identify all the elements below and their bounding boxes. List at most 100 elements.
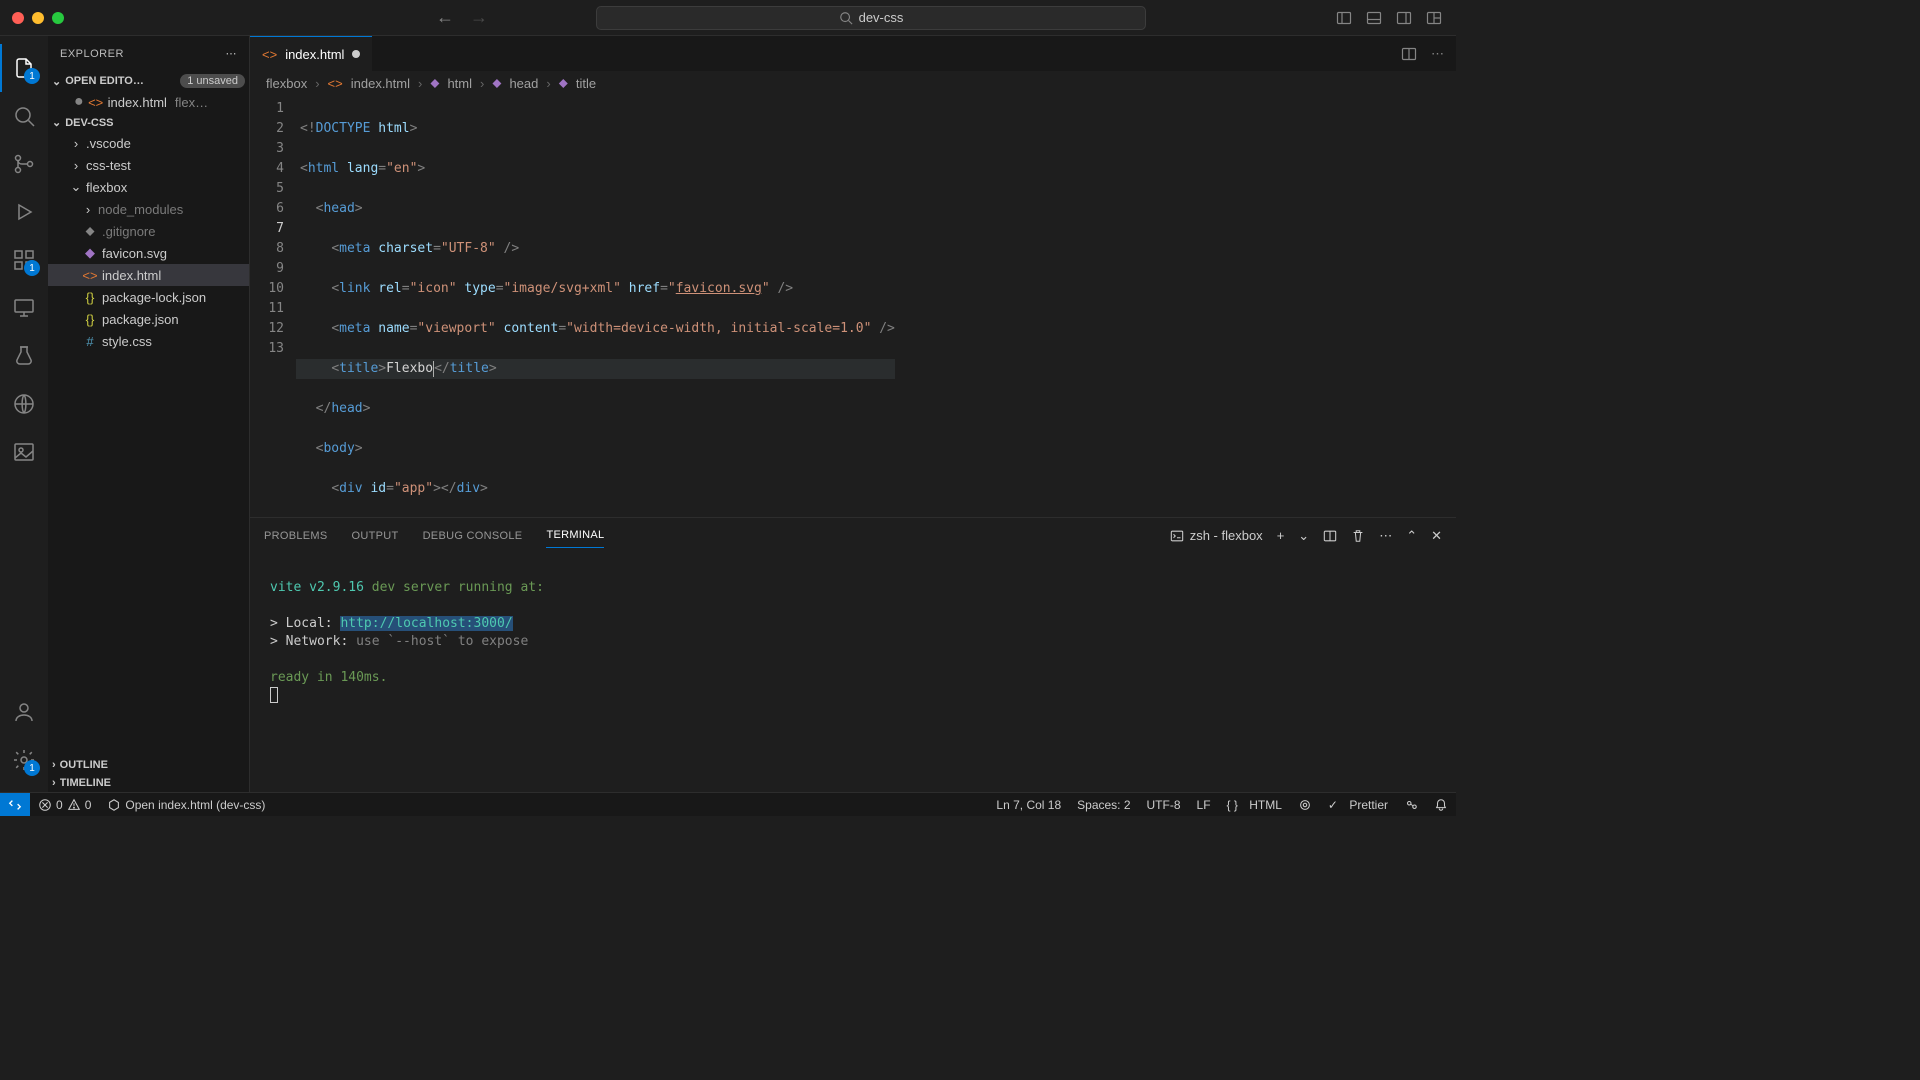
notifications-icon[interactable] — [1426, 798, 1456, 812]
testing-activity-icon[interactable] — [0, 332, 48, 380]
open-editors-label: OPEN EDITO… — [65, 75, 176, 87]
file-favicon[interactable]: ◆favicon.svg — [48, 242, 249, 264]
layout-panel-bottom-icon[interactable] — [1366, 10, 1382, 26]
json-file-icon: {} — [82, 290, 98, 305]
minimize-window-button[interactable] — [32, 12, 44, 24]
prettier-status[interactable]: ✓ Prettier — [1320, 798, 1396, 812]
extensions-badge: 1 — [24, 260, 40, 276]
terminal-cursor — [270, 687, 278, 703]
customize-layout-icon[interactable] — [1426, 10, 1442, 26]
html-file-icon: <> — [82, 268, 98, 283]
outline-section[interactable]: ›OUTLINE — [48, 756, 249, 774]
indentation-status[interactable]: Spaces: 2 — [1069, 798, 1138, 812]
extensions-activity-icon[interactable]: 1 — [0, 236, 48, 284]
folder-vscode[interactable]: ›.vscode — [48, 132, 249, 154]
edge-activity-icon[interactable] — [0, 380, 48, 428]
problems-tab[interactable]: PROBLEMS — [264, 524, 328, 548]
live-preview-icon[interactable] — [1290, 798, 1320, 812]
dirty-indicator-icon — [352, 50, 360, 58]
close-panel-icon[interactable]: ✕ — [1431, 528, 1442, 544]
problems-status[interactable]: 0 0 — [30, 798, 99, 812]
encoding-status[interactable]: UTF-8 — [1139, 798, 1189, 812]
source-control-activity-icon[interactable] — [0, 140, 48, 188]
nav-forward-button[interactable]: → — [470, 7, 488, 28]
file-package-lock[interactable]: {}package-lock.json — [48, 286, 249, 308]
gitignore-file-icon: ⬥ — [82, 223, 98, 239]
folder-css-test[interactable]: ›css-test — [48, 154, 249, 176]
open-editor-item[interactable]: ● <> index.html flex… — [48, 91, 249, 113]
settings-activity-icon[interactable]: 1 — [0, 736, 48, 784]
breadcrumb[interactable]: flexbox› <>index.html› ⬥html› ⬥head› ⬥ti… — [250, 71, 1456, 95]
chevron-right-icon: › — [70, 136, 82, 151]
html-file-icon: <> — [328, 76, 343, 91]
tab-filename: index.html — [285, 47, 344, 62]
layout-sidebar-right-icon[interactable] — [1396, 10, 1412, 26]
kill-terminal-icon[interactable] — [1351, 529, 1365, 543]
file-index-html[interactable]: <>index.html — [48, 264, 249, 286]
project-section[interactable]: ⌄ DEV-CSS — [48, 113, 249, 132]
new-terminal-icon[interactable]: + — [1277, 528, 1285, 543]
language-mode[interactable]: { } HTML — [1219, 798, 1290, 812]
folder-flexbox[interactable]: ⌄flexbox — [48, 176, 249, 198]
close-window-button[interactable] — [12, 12, 24, 24]
symbol-icon: ⬥ — [492, 75, 501, 91]
split-terminal-icon[interactable] — [1323, 529, 1337, 543]
line-numbers: 1 2 3 4 5 6 7 8 9 10 11 12 13 — [250, 95, 300, 517]
file-style-css[interactable]: #style.css — [48, 330, 249, 352]
output-tab[interactable]: OUTPUT — [352, 524, 399, 548]
chevron-right-icon: › — [82, 202, 94, 217]
layout-sidebar-left-icon[interactable] — [1336, 10, 1352, 26]
css-file-icon: # — [82, 334, 98, 349]
nav-back-button[interactable]: ← — [436, 7, 454, 28]
eol-status[interactable]: LF — [1189, 798, 1219, 812]
split-editor-icon[interactable] — [1401, 46, 1417, 62]
explorer-more-icon[interactable]: ⋯ — [226, 47, 238, 60]
window-controls — [0, 12, 76, 24]
terminal-more-icon[interactable]: ⋯ — [1379, 528, 1392, 544]
project-name: DEV-CSS — [65, 117, 245, 129]
debug-console-tab[interactable]: DEBUG CONSOLE — [423, 524, 523, 548]
feedback-icon[interactable] — [1396, 798, 1426, 812]
statusbar: 0 0 Open index.html (dev-css) Ln 7, Col … — [0, 792, 1456, 816]
unsaved-badge: 1 unsaved — [180, 74, 245, 88]
chevron-down-icon: ⌄ — [70, 179, 82, 195]
maximize-panel-icon[interactable]: ⌃ — [1406, 528, 1417, 544]
html-file-icon: <> — [262, 47, 277, 62]
svg-file-icon: ◆ — [82, 245, 98, 261]
explorer-activity-icon[interactable]: 1 — [0, 44, 48, 92]
open-file-status[interactable]: Open index.html (dev-css) — [99, 798, 273, 812]
file-gitignore[interactable]: ⬥.gitignore — [48, 220, 249, 242]
editor-tabs: <> index.html ⋯ — [250, 36, 1456, 71]
timeline-section[interactable]: ›TIMELINE — [48, 774, 249, 792]
accounts-activity-icon[interactable] — [0, 688, 48, 736]
terminal-dropdown-icon[interactable]: ⌄ — [1298, 528, 1309, 544]
tab-index-html[interactable]: <> index.html — [250, 36, 372, 71]
run-debug-activity-icon[interactable] — [0, 188, 48, 236]
activity-bar: 1 1 1 — [0, 36, 48, 792]
open-editors-section[interactable]: ⌄ OPEN EDITO… 1 unsaved — [48, 71, 249, 91]
search-activity-icon[interactable] — [0, 92, 48, 140]
remote-explorer-activity-icon[interactable] — [0, 284, 48, 332]
maximize-window-button[interactable] — [52, 12, 64, 24]
chevron-right-icon: › — [70, 158, 82, 173]
remote-indicator[interactable] — [0, 793, 30, 816]
symbol-icon: ⬥ — [430, 75, 439, 91]
settings-badge: 1 — [24, 760, 40, 776]
command-center-search[interactable]: dev-css — [596, 6, 1146, 30]
command-center-text: dev-css — [859, 10, 904, 25]
chevron-down-icon: ⌄ — [52, 75, 61, 88]
chevron-down-icon: ⌄ — [52, 116, 61, 129]
file-package-json[interactable]: {}package.json — [48, 308, 249, 330]
folder-node-modules[interactable]: ›node_modules — [48, 198, 249, 220]
image-activity-icon[interactable] — [0, 428, 48, 476]
terminal-content[interactable]: vite v2.9.16 dev server running at: > Lo… — [250, 553, 1456, 792]
editor-more-icon[interactable]: ⋯ — [1431, 46, 1444, 62]
terminal-tab[interactable]: TERMINAL — [546, 523, 604, 548]
code-content: <!DOCTYPE html> <html lang="en"> <head> … — [300, 95, 895, 517]
cursor-position[interactable]: Ln 7, Col 18 — [988, 798, 1069, 812]
terminal-shell-label[interactable]: zsh - flexbox — [1170, 528, 1263, 543]
code-editor[interactable]: 1 2 3 4 5 6 7 8 9 10 11 12 13 <!DOCTYPE … — [250, 95, 1456, 517]
json-file-icon: {} — [82, 312, 98, 327]
explorer-sidebar: EXPLORER ⋯ ⌄ OPEN EDITO… 1 unsaved ● <> … — [48, 36, 250, 792]
open-editor-path: flex… — [175, 95, 208, 110]
